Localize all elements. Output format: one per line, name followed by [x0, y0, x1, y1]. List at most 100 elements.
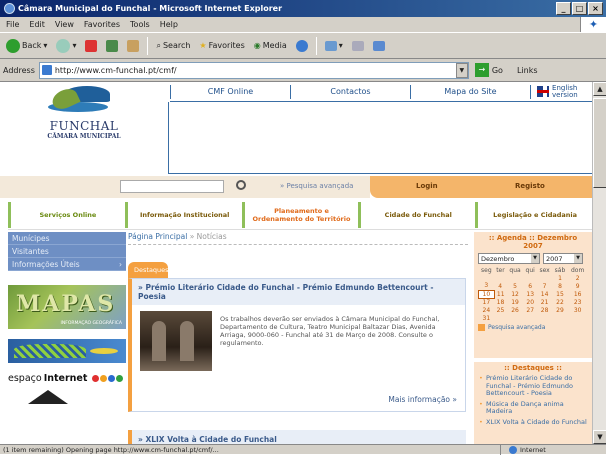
calendar-day[interactable]	[537, 314, 552, 322]
calendar-day[interactable]: 25	[494, 306, 507, 314]
nav-contactos[interactable]: Contactos	[290, 84, 410, 99]
calendar-day[interactable]: 6	[523, 282, 537, 290]
calendar-day[interactable]: 26	[507, 306, 524, 314]
forward-button[interactable]: ▾	[53, 35, 79, 57]
menu-edit[interactable]: Edit	[29, 20, 45, 29]
calendar-day[interactable]: 11	[494, 290, 507, 298]
calendar-day[interactable]	[479, 274, 495, 282]
calendar-day[interactable]: 7	[537, 282, 552, 290]
menu-file[interactable]: File	[6, 20, 19, 29]
calendar-day[interactable]	[523, 274, 537, 282]
destaques-tab[interactable]: Destaques	[128, 262, 169, 278]
calendar-day[interactable]: 12	[507, 290, 524, 298]
calendar-day[interactable]: 21	[537, 298, 552, 306]
minimize-button[interactable]: _	[556, 2, 571, 15]
calendar-day[interactable]: 28	[537, 306, 552, 314]
menu-planeamento[interactable]: Planeamento e Ordenamento do Território	[241, 201, 359, 228]
menu-servicos-online[interactable]: Serviços Online	[8, 201, 125, 228]
close-button[interactable]: ×	[588, 2, 603, 15]
month-select[interactable]: Dezembro ▼	[478, 253, 540, 264]
leftnav-visitantes[interactable]: Visitantes	[8, 245, 126, 258]
login-link[interactable]: Login	[416, 182, 438, 190]
media-button[interactable]: ◉ Media	[251, 35, 290, 57]
menu-informacao-institucional[interactable]: Informação Institucional	[124, 201, 242, 228]
calendar-day[interactable]	[494, 274, 507, 282]
leftnav-informacoes-uteis[interactable]: Informações Úteis ›	[8, 258, 126, 271]
mapas-banner[interactable]: MAPAS INFORMAÇÃO GEOGRÁFICA	[8, 285, 126, 329]
triangle-banner[interactable]	[28, 390, 68, 404]
destaque-link[interactable]: Prémio Literário Cidade do Funchal - Pré…	[478, 374, 588, 398]
english-version-link[interactable]: English version	[530, 84, 592, 99]
print-button[interactable]	[349, 35, 367, 57]
favorites-button[interactable]: ★ Favorites	[196, 35, 247, 57]
calendar-day[interactable]: 13	[523, 290, 537, 298]
menu-tools[interactable]: Tools	[130, 20, 150, 29]
espaco-internet-banner[interactable]: espaço Internet	[8, 373, 126, 384]
nav-mapa-do-site[interactable]: Mapa do Site	[410, 84, 530, 99]
go-button[interactable]: → Go	[474, 63, 503, 77]
calendar-day[interactable]: 16	[568, 290, 588, 298]
address-dropdown-button[interactable]: ▼	[455, 62, 468, 78]
calendar-day[interactable]: 29	[552, 306, 568, 314]
calendar-day[interactable]	[507, 274, 524, 282]
leftnav-municipes[interactable]: Munícipes	[8, 232, 126, 245]
destaque-link[interactable]: Música de Dança anima Madeira	[478, 400, 588, 416]
calendar-day[interactable]: 19	[507, 298, 524, 306]
calendar-day[interactable]	[568, 314, 588, 322]
calendar-day[interactable]	[552, 314, 568, 322]
calendar-day[interactable]: 4	[494, 282, 507, 290]
calendar-day[interactable]	[507, 314, 524, 322]
stop-button[interactable]	[82, 35, 100, 57]
more-info-link[interactable]: Mais informação »	[388, 395, 457, 404]
back-button[interactable]: Back ▾	[3, 35, 50, 57]
calendar-day[interactable]: 22	[552, 298, 568, 306]
calendar-day[interactable]: 30	[568, 306, 588, 314]
scroll-thumb[interactable]	[593, 98, 606, 188]
calendar-day[interactable]: 23	[568, 298, 588, 306]
calendar-day[interactable]	[523, 314, 537, 322]
site-search-input[interactable]	[120, 180, 224, 193]
funchal-logo[interactable]: FUNCHAL CÂMARA MUNICIPAL	[0, 82, 168, 174]
search-button[interactable]: ⌕ Search	[153, 35, 193, 57]
calendar-day[interactable]: 1	[552, 274, 568, 282]
calendar-day[interactable]	[537, 274, 552, 282]
home-button[interactable]	[124, 35, 142, 57]
calendar-day[interactable]: 5	[507, 282, 524, 290]
mail-button[interactable]: ▾	[322, 35, 346, 57]
history-button[interactable]	[293, 35, 311, 57]
news-photo[interactable]	[140, 311, 212, 371]
wave-banner[interactable]	[8, 339, 126, 363]
menu-help[interactable]: Help	[160, 20, 178, 29]
vertical-scrollbar[interactable]: ▲ ▼	[592, 82, 606, 444]
calendar-day[interactable]: 9	[568, 282, 588, 290]
agenda-advanced-search[interactable]: Pesquisa avançada	[478, 324, 588, 331]
calendar-day[interactable]: 3	[479, 282, 495, 290]
calendar-day[interactable]: 8	[552, 282, 568, 290]
year-select[interactable]: 2007 ▼	[543, 253, 583, 264]
calendar-day[interactable]: 27	[523, 306, 537, 314]
calendar-day[interactable]: 18	[494, 298, 507, 306]
calendar-day[interactable]: 17	[479, 298, 495, 306]
calendar-day[interactable]: 20	[523, 298, 537, 306]
advanced-search-link[interactable]: » Pesquisa avançada	[280, 182, 353, 190]
maximize-button[interactable]: □	[572, 2, 587, 15]
calendar-day[interactable]: 14	[537, 290, 552, 298]
address-input[interactable]: http://www.cm-funchal.pt/cmf/ ▼	[38, 61, 469, 79]
scroll-up-button[interactable]: ▲	[593, 82, 606, 96]
menu-legislacao[interactable]: Legislação e Cidadania	[475, 201, 592, 228]
edit-button[interactable]	[370, 35, 388, 57]
links-button[interactable]: Links	[517, 66, 538, 75]
menu-view[interactable]: View	[55, 20, 74, 29]
calendar-day-selected[interactable]: 10	[478, 289, 495, 299]
news-title[interactable]: » Prémio Literário Cidade do Funchal - P…	[132, 279, 465, 305]
calendar-day[interactable]: 24	[479, 306, 495, 314]
calendar-day[interactable]: 15	[552, 290, 568, 298]
news-title-2[interactable]: » XLIX Volta à Cidade do Funchal	[128, 430, 466, 444]
search-icon[interactable]	[236, 180, 246, 190]
calendar-day[interactable]: 2	[568, 274, 588, 282]
breadcrumb-home[interactable]: Página Principal	[128, 232, 187, 241]
menu-favorites[interactable]: Favorites	[84, 20, 120, 29]
calendar-day[interactable]: 31	[479, 314, 495, 322]
refresh-button[interactable]	[103, 35, 121, 57]
destaque-link[interactable]: XLIX Volta à Cidade do Funchal	[478, 418, 588, 427]
